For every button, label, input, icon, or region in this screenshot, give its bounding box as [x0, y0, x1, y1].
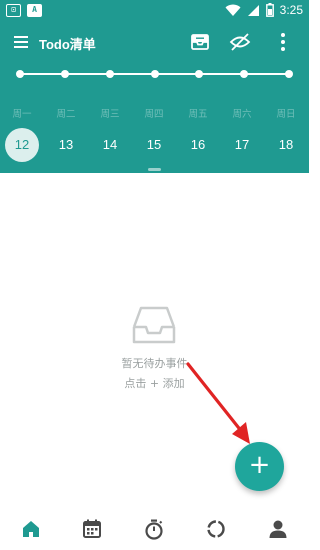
timeline-dot [105, 70, 114, 78]
debug-box-icon: ⊡ [6, 4, 21, 17]
profile-icon[interactable] [267, 518, 289, 540]
timeline-dot [60, 70, 69, 78]
a-box-icon: A [27, 4, 42, 17]
date-cell[interactable]: 16 [181, 128, 215, 162]
weekday-label: 周四 [144, 109, 164, 120]
week-timeline [16, 66, 293, 82]
date-cell-selected[interactable]: 12 [5, 128, 39, 162]
timeline-dot [16, 70, 24, 78]
menu-icon[interactable] [13, 34, 29, 50]
wifi-icon [225, 4, 241, 16]
date-cell[interactable]: 18 [269, 128, 303, 162]
annotation-arrow-icon [186, 362, 250, 444]
date-cell[interactable]: 13 [49, 128, 83, 162]
weekday-label: 周日 [276, 109, 296, 120]
signal-icon [247, 4, 259, 16]
header: ⊡ A 3:25 Todo清单 周一 周二 周三 周四 周五 周六 周日 12 … [0, 0, 309, 173]
date-row: 12 13 14 15 16 17 18 [0, 128, 309, 162]
date-cell[interactable]: 14 [93, 128, 127, 162]
weekday-label: 周一 [12, 109, 32, 120]
drag-handle[interactable] [148, 168, 161, 171]
weekday-label: 周五 [188, 109, 208, 120]
weekday-label: 周三 [100, 109, 120, 120]
toolbar: Todo清单 [0, 28, 309, 58]
weekday-row: 周一 周二 周三 周四 周五 周六 周日 [0, 106, 309, 120]
calendar-icon[interactable] [81, 518, 103, 540]
weekday-label: 周六 [232, 109, 252, 120]
inbox-icon[interactable] [190, 32, 210, 52]
bottom-nav [0, 506, 309, 550]
date-cell[interactable]: 17 [225, 128, 259, 162]
home-icon[interactable] [20, 518, 42, 540]
status-bar: ⊡ A 3:25 [0, 0, 309, 22]
timer-icon[interactable] [143, 518, 165, 540]
timeline-dot [240, 70, 249, 78]
date-cell[interactable]: 15 [137, 128, 171, 162]
weekday-label: 周二 [56, 109, 76, 120]
app-title: Todo清单 [39, 37, 96, 52]
inbox-tray-icon [132, 306, 176, 344]
add-task-button[interactable]: + [235, 442, 284, 491]
empty-state-title: 暂无待办事件 [121, 357, 188, 370]
empty-state-hint: 点击 + 添加 [124, 377, 185, 390]
more-vert-icon[interactable] [277, 31, 289, 53]
timeline-dot [195, 70, 204, 78]
status-time: 3:25 [279, 3, 303, 17]
battery-icon [265, 3, 274, 17]
eye-off-icon[interactable] [229, 31, 251, 53]
timeline-dot [285, 70, 293, 78]
progress-ring-icon[interactable] [205, 518, 227, 540]
timeline-dot [150, 70, 159, 78]
